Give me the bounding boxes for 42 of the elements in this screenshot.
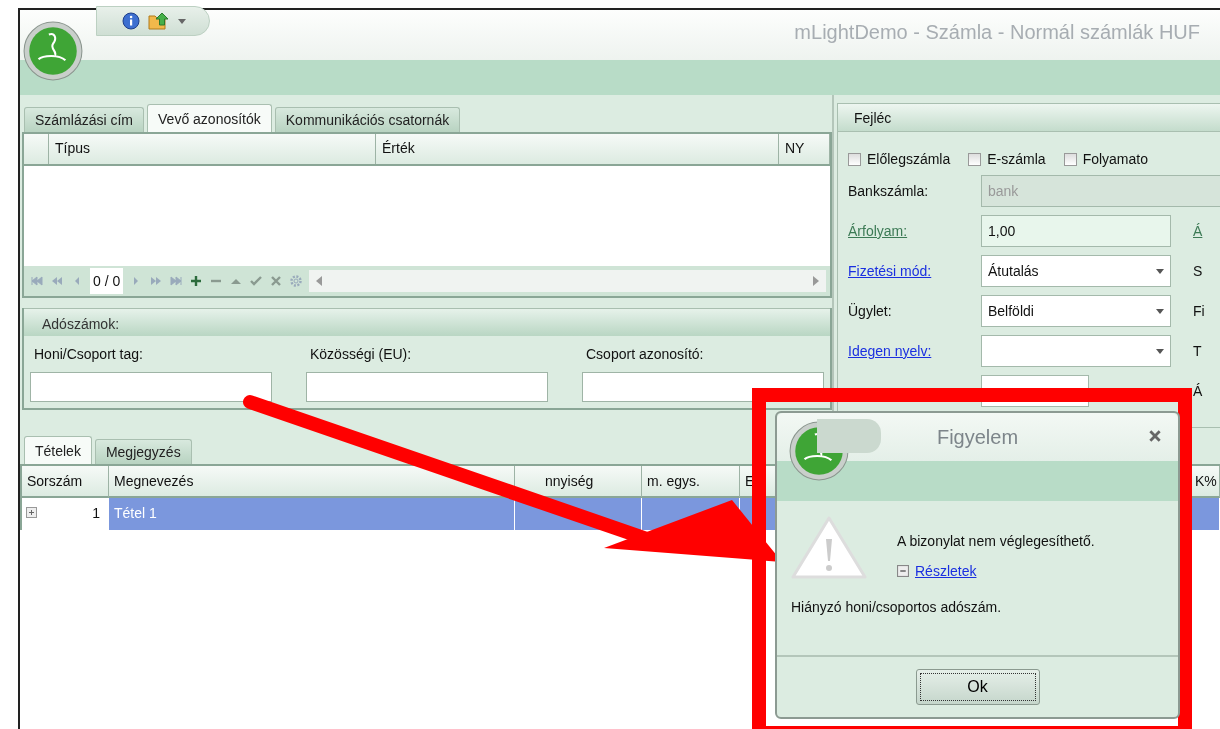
checkbox-label: Előlegszámla xyxy=(867,151,951,167)
tab[interactable]: Megjegyzés xyxy=(94,439,192,464)
field-label: Honi/Csoport tag: xyxy=(33,346,144,362)
column-header[interactable]: Megnevezés xyxy=(109,466,515,498)
dialog-title: Figyelem xyxy=(936,425,1019,449)
column-header[interactable]: nnyiség xyxy=(515,466,642,498)
column-header[interactable]: Típus xyxy=(49,134,376,164)
field-link[interactable]: Idegen nyelv: xyxy=(848,343,932,359)
field-label: Csoport azonosító: xyxy=(585,346,705,362)
group-title: Adószámok: xyxy=(42,316,120,332)
message-text: A bizonylat nem véglegesíthető. xyxy=(897,533,1095,549)
record-position: 0 / 0 xyxy=(90,268,124,294)
dropdown-field[interactable]: Átutalás xyxy=(981,255,1171,287)
field-label: Közösségi (EU): xyxy=(309,346,413,362)
column-header[interactable]: m. egys. xyxy=(642,466,740,498)
field-label: Fi xyxy=(1193,303,1205,319)
tab[interactable]: Vevő azonosítók xyxy=(147,104,272,132)
column-header[interactable]: NY xyxy=(779,134,830,164)
dropdown-field[interactable]: Belföldi xyxy=(981,295,1171,327)
column-header[interactable]: Érték xyxy=(376,134,779,164)
window-title: mLightDemo - Számla - Normál számlák HUF xyxy=(794,20,1200,44)
column-header[interactable]: K% xyxy=(1190,466,1220,498)
details-link[interactable]: Részletek xyxy=(915,563,977,579)
field-link[interactable]: Árfolyam: xyxy=(848,223,908,239)
panel-title: Fejléc xyxy=(854,110,892,126)
tab[interactable]: Tételek xyxy=(24,436,92,464)
table-cell: Tétel 1 xyxy=(109,498,515,530)
field-link[interactable]: Á xyxy=(1193,223,1203,239)
input-field[interactable]: 1,00 xyxy=(981,215,1171,247)
column-header[interactable]: Sorszám xyxy=(22,466,109,498)
checkbox-label: E-számla xyxy=(987,151,1046,167)
tab[interactable]: Számlázási cím xyxy=(24,107,145,132)
tab[interactable]: Kommunikációs csatornák xyxy=(274,107,461,132)
checkbox-label: Folyamato xyxy=(1082,151,1148,167)
ok-button[interactable]: Ok xyxy=(915,669,1040,705)
field-label: Á xyxy=(1193,383,1203,399)
field-label: S xyxy=(1193,263,1203,279)
field-label: Bankszámla: xyxy=(848,183,929,199)
field-label: T xyxy=(1193,343,1202,359)
details-text: Hiányzó honi/csoportos adószám. xyxy=(791,599,1003,615)
field-label: Ügylet: xyxy=(848,303,892,319)
field-link[interactable]: Fizetési mód: xyxy=(848,263,932,279)
